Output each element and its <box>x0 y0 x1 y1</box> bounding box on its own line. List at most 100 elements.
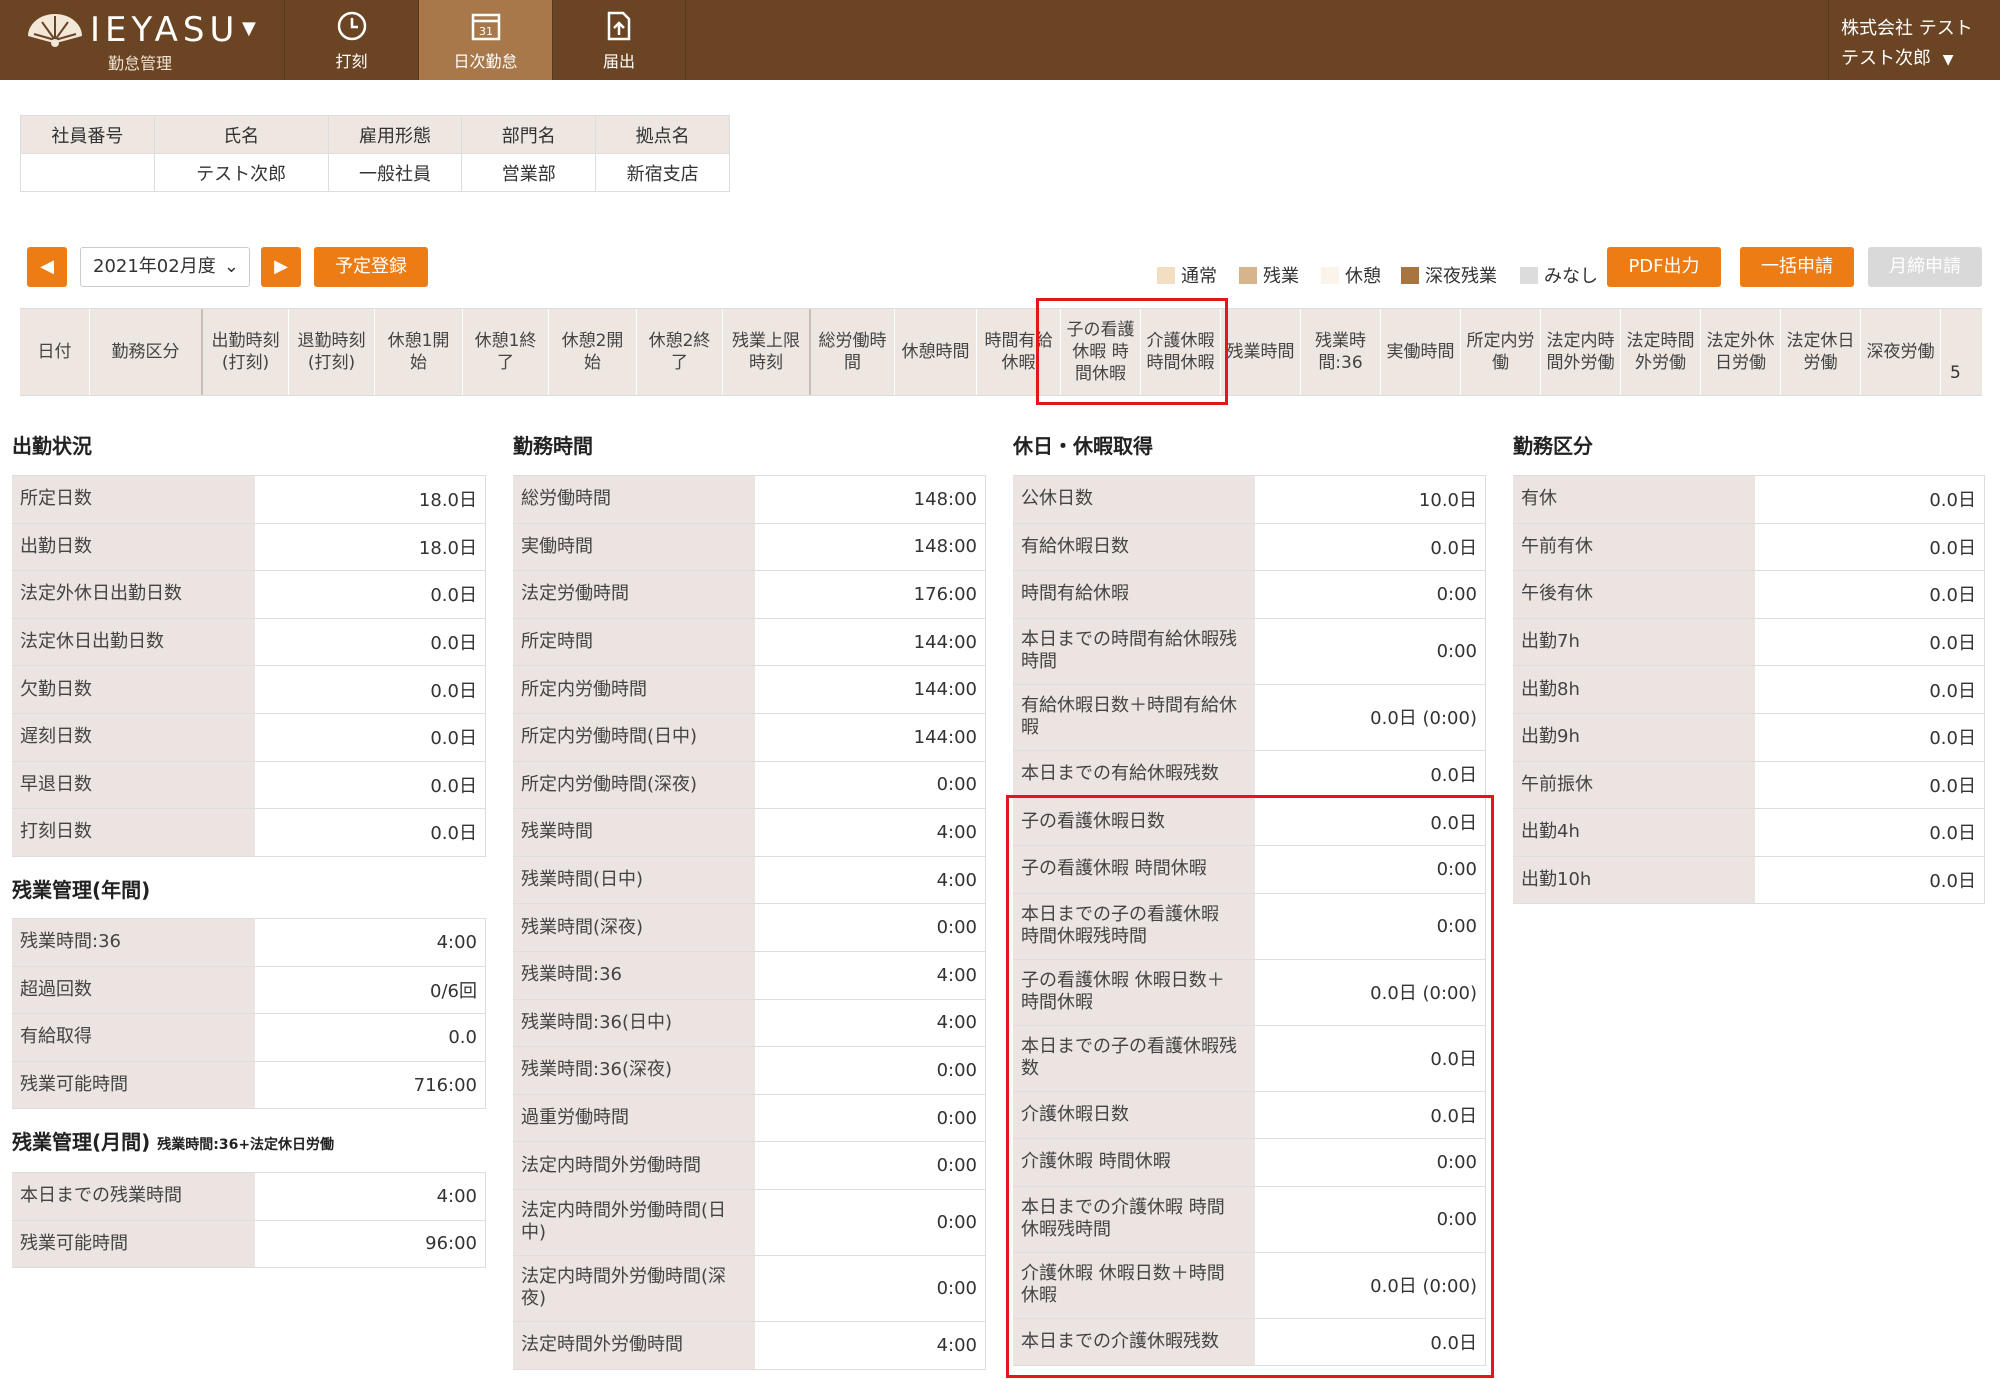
table-row: 午前振休 0.0日 <box>1513 760 1985 810</box>
nav-daily-label: 日次勤怠 <box>453 52 518 71</box>
month-select[interactable]: 2021年02月度 ⌄ <box>80 247 250 287</box>
row-label: 出勤7h <box>1513 617 1755 667</box>
legend-swatch <box>1239 267 1257 284</box>
info-header: 部門名 <box>461 115 597 154</box>
column-header: 休憩時間 <box>895 309 977 395</box>
column-header: 総労働時 間 <box>811 309 895 395</box>
row-label: 所定内労働時間(日中) <box>513 712 755 762</box>
nav-daily[interactable]: 31 日次勤怠 <box>418 0 552 80</box>
bulk-apply-button[interactable]: 一括申請 <box>1740 247 1854 287</box>
pdf-export-button[interactable]: PDF出力 <box>1607 247 1721 287</box>
row-label: 出勤10h <box>1513 855 1755 905</box>
row-value: 0.0 <box>255 1013 486 1062</box>
table-row: 打刻日数 0.0日 <box>12 808 486 857</box>
column-header: 法定休日 労働 <box>1781 309 1861 395</box>
column-header: 所定内労 働 <box>1461 309 1541 395</box>
account-menu[interactable]: 株式会社 テスト テスト次郎 ▼ <box>1828 0 2000 80</box>
table-row: 有給休暇日数＋時間有給休 暇 0.0日 (0:00) <box>1013 683 1486 751</box>
row-label: 午後有休 <box>1513 570 1755 619</box>
row-label: 有給取得 <box>12 1013 255 1062</box>
row-label: 出勤9h <box>1513 712 1755 762</box>
table-row: 公休日数 10.0日 <box>1013 475 1486 524</box>
row-label: 法定内時間外労働時間(深 夜) <box>513 1254 755 1322</box>
highlight-box <box>1036 298 1228 405</box>
clock-icon <box>337 11 366 41</box>
info-header: 雇用形態 <box>327 115 463 154</box>
info-value: テスト次郎 <box>153 153 329 192</box>
column-header: 休憩1開 始 <box>375 309 463 395</box>
info-header: 氏名 <box>153 115 329 154</box>
table-row: 所定日数 18.0日 <box>12 475 486 524</box>
row-label: 残業時間(日中) <box>513 855 755 905</box>
row-label: 法定時間外労働時間 <box>513 1320 755 1370</box>
row-label: 法定労働時間 <box>513 570 755 619</box>
table-row: 午前有休 0.0日 <box>1513 522 1985 572</box>
table-row: 法定内時間外労働時間(日 中) 0:00 <box>513 1188 986 1256</box>
column-header: 残業時間 <box>1221 309 1301 395</box>
row-value: 0.0日 <box>1755 617 1985 667</box>
legend-swatch <box>1157 267 1175 284</box>
column-header: 休憩2終 了 <box>637 309 723 395</box>
next-month-button[interactable]: ▶ <box>261 247 301 287</box>
schedule-register-button[interactable]: 予定登録 <box>314 247 428 287</box>
table-row: 出勤10h 0.0日 <box>1513 855 1985 905</box>
category-table: 有休 0.0日 午前有休 0.0日 午後有休 0.0日 出勤7h 0.0日 出勤8h 0.0日 出勤… <box>1513 475 1985 905</box>
legend-label: 深夜残業 <box>1425 266 1497 287</box>
section-title: 勤務区分 <box>1513 434 1593 458</box>
section-title: 勤務時間 <box>513 434 593 458</box>
month-close-button[interactable]: 月締申請 <box>1868 247 1982 287</box>
section-title: 残業管理(年間) <box>12 878 151 902</box>
row-value: 0:00 <box>755 1046 986 1095</box>
row-label: 本日までの有給休暇残数 <box>1013 749 1255 799</box>
table-row: 残業時間 4:00 <box>513 808 986 857</box>
row-label: 欠勤日数 <box>12 665 255 714</box>
row-value: 0:00 <box>755 1093 986 1143</box>
table-row: 出勤9h 0.0日 <box>1513 712 1985 762</box>
row-value: 4:00 <box>755 808 986 857</box>
table-row: 有休 0.0日 <box>1513 475 1985 524</box>
row-label: 出勤8h <box>1513 665 1755 714</box>
row-value: 0.0日 <box>255 570 486 619</box>
svg-text:31: 31 <box>479 25 493 38</box>
row-label: 残業時間(深夜) <box>513 903 755 952</box>
table-row: 残業時間(日中) 4:00 <box>513 855 986 905</box>
nav-request[interactable]: 届出 <box>552 0 686 80</box>
daily-table-header: 日付 勤務区分 出勤時刻 (打刻) 退勤時刻 (打刻) 休憩1開 始休憩1終 了休憩2開… <box>20 308 1982 396</box>
row-label: 所定内労働時間(深夜) <box>513 760 755 810</box>
nav-stamp-label: 打刻 <box>335 52 368 71</box>
row-label: 残業可能時間 <box>12 1219 255 1269</box>
nav-stamp[interactable]: 打刻 <box>284 0 418 80</box>
column-header: 出勤時刻 (打刻) <box>203 309 289 395</box>
info-value: 営業部 <box>461 153 597 192</box>
legend-label: 残業 <box>1263 266 1299 287</box>
table-row: 早退日数 0.0日 <box>12 760 486 810</box>
row-value: 4:00 <box>755 855 986 905</box>
legend-break: 休憩 <box>1321 262 1381 287</box>
company-name: 株式会社 テスト <box>1841 18 1973 39</box>
column-header: 日付 <box>20 309 90 395</box>
prev-month-button[interactable]: ◀ <box>27 247 67 287</box>
legend-label: 休憩 <box>1345 266 1381 287</box>
legend-label: 通常 <box>1181 266 1217 287</box>
logo-subtitle: 勤怠管理 <box>108 54 173 73</box>
row-value: 0.0日 <box>255 665 486 714</box>
table-row: 所定内労働時間(日中) 144:00 <box>513 712 986 762</box>
month-select-value: 2021年02月度 <box>93 256 216 277</box>
table-row: 所定内労働時間 144:00 <box>513 665 986 714</box>
column-header: 休憩2開 始 <box>549 309 637 395</box>
row-value: 4:00 <box>255 918 486 967</box>
row-value: 96:00 <box>255 1219 486 1269</box>
row-value: 0:00 <box>755 1188 986 1256</box>
row-value: 144:00 <box>755 617 986 667</box>
row-label: 残業時間:36 <box>513 950 755 1000</box>
row-value: 0.0日 <box>1755 475 1985 524</box>
fan-logo-icon <box>28 14 82 47</box>
row-value: 0.0日 <box>1255 522 1486 572</box>
app-logo-menu[interactable]: IEYASU ▼ 勤怠管理 <box>24 8 284 78</box>
row-value: 176:00 <box>755 570 986 619</box>
row-label: 本日までの残業時間 <box>12 1172 255 1221</box>
legend-night-overtime: 深夜残業 <box>1401 262 1497 287</box>
row-value: 18.0日 <box>255 522 486 572</box>
info-header: 社員番号 <box>20 115 155 154</box>
row-value: 0.0日 <box>1755 712 1985 762</box>
